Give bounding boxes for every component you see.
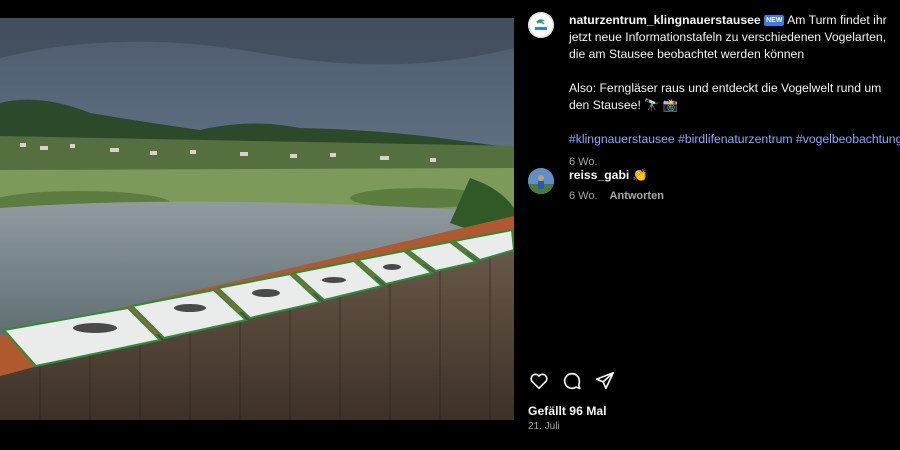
- heart-icon[interactable]: [528, 370, 550, 392]
- reply-button[interactable]: Antworten: [610, 190, 664, 202]
- share-icon[interactable]: [594, 370, 616, 392]
- likes-count[interactable]: Gefällt 96 Mal: [528, 404, 607, 418]
- action-bar: [528, 370, 900, 394]
- post-date: 21. Juli: [528, 421, 560, 432]
- new-badge: NEW: [764, 15, 785, 26]
- comment-time: 6 Wo.: [569, 190, 598, 202]
- account-avatar[interactable]: [528, 12, 554, 38]
- post-detail-panel: naturzentrum_klingnauerstausee NEW Am Tu…: [514, 0, 900, 450]
- caption-hashtags[interactable]: #klingnauerstausee #birdlifenaturzentrum…: [569, 131, 900, 148]
- commenter-username[interactable]: reiss_gabi: [569, 168, 629, 182]
- commenter-avatar[interactable]: [528, 168, 554, 194]
- post-photo[interactable]: [0, 18, 514, 420]
- post-username[interactable]: naturzentrum_klingnauerstausee: [569, 13, 761, 27]
- comment-text: 👏: [632, 168, 648, 182]
- caption-paragraph-2: Also: Ferngläser raus und entdeckt die V…: [569, 81, 882, 112]
- comment-icon[interactable]: [561, 370, 583, 392]
